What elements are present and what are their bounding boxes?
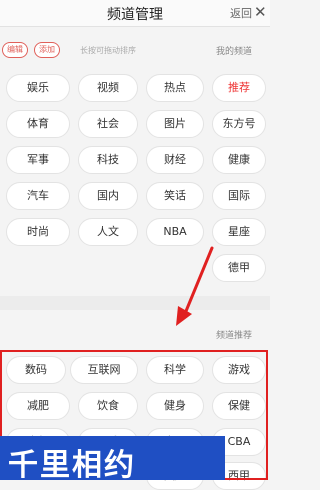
edit-button[interactable]: 编辑 — [2, 42, 28, 58]
banner-text: 千里相约 — [8, 448, 136, 480]
recommended-header: 频道推荐 — [0, 324, 270, 342]
back-button[interactable]: 返回 — [230, 5, 252, 21]
channel-chip[interactable]: 笑话 — [146, 182, 204, 210]
channel-chip[interactable]: 热点 — [146, 74, 204, 102]
my-channels-label: 我的频道 — [216, 47, 253, 57]
channel-chip[interactable]: 体育 — [6, 110, 70, 138]
my-channels-header: 编辑 添加 长按可拖动排序 我的频道 — [0, 40, 270, 58]
add-button[interactable]: 添加 — [34, 42, 60, 58]
channel-chip[interactable]: 国际 — [212, 182, 266, 210]
top-bar: 频道管理 返回 ✕ — [0, 0, 270, 27]
section-divider — [0, 296, 270, 310]
channel-chip[interactable]: 星座 — [212, 218, 266, 246]
channel-chip[interactable]: 社会 — [78, 110, 138, 138]
overlay-banner: 千里相约 — [0, 436, 225, 480]
channel-chip[interactable]: 科技 — [78, 146, 138, 174]
channel-chip[interactable]: 德甲 — [212, 254, 266, 282]
sort-hint: 长按可拖动排序 — [80, 46, 136, 55]
channel-chip[interactable]: 娱乐 — [6, 74, 70, 102]
close-icon[interactable]: ✕ — [254, 3, 267, 21]
channel-chip[interactable]: 时尚 — [6, 218, 70, 246]
channel-chip[interactable]: 国内 — [78, 182, 138, 210]
channel-chip[interactable]: 推荐 — [212, 74, 266, 102]
channel-chip[interactable]: 人文 — [78, 218, 138, 246]
channel-chip[interactable]: 财经 — [146, 146, 204, 174]
channel-chip[interactable]: 汽车 — [6, 182, 70, 210]
recommended-label: 频道推荐 — [216, 331, 253, 341]
channel-chip[interactable]: 东方号 — [212, 110, 266, 138]
channel-chip[interactable]: 军事 — [6, 146, 70, 174]
channel-chip[interactable]: NBA — [146, 218, 204, 246]
channel-chip[interactable]: 图片 — [146, 110, 204, 138]
channel-chip[interactable]: 健康 — [212, 146, 266, 174]
channel-chip[interactable]: 视频 — [78, 74, 138, 102]
